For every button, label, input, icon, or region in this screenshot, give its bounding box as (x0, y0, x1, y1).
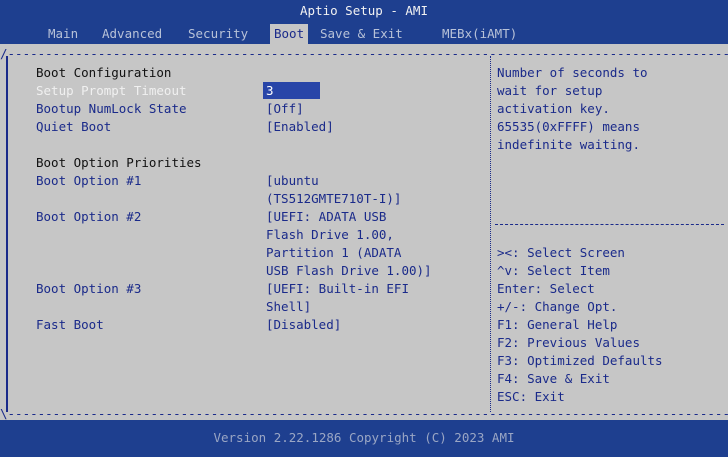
tab-boot[interactable]: Boot (270, 24, 309, 44)
help-text-line: 65535(0xFFFF) means (497, 119, 640, 134)
header-bar: Aptio Setup - AMI Main Advanced Security… (0, 0, 728, 44)
left-border (6, 56, 8, 412)
key-help-line: F3: Optimized Defaults (497, 353, 663, 368)
tab-save-exit[interactable]: Save & Exit (316, 24, 407, 44)
key-help-line: F2: Previous Values (497, 335, 640, 350)
setup-prompt-timeout-field[interactable]: 3 (263, 82, 320, 99)
fast-boot-value[interactable]: [Disabled] (266, 316, 341, 334)
quiet-boot-value[interactable]: [Enabled] (266, 118, 334, 136)
quiet-boot-label[interactable]: Quiet Boot (36, 118, 111, 136)
key-help-line: ESC: Exit (497, 389, 565, 404)
boot-option-1-label[interactable]: Boot Option #1 (36, 172, 141, 190)
boot-option-1-value-line[interactable]: (TS512GMTE710T-I)] (266, 190, 401, 208)
boot-option-2-value-line[interactable]: [UEFI: ADATA USB (266, 208, 386, 226)
section-boot-option-priorities: Boot Option Priorities (36, 155, 202, 170)
tab-mebx[interactable]: MEBx(iAMT) (438, 24, 521, 44)
help-text-line: Number of seconds to (497, 65, 648, 80)
boot-option-3-label[interactable]: Boot Option #3 (36, 280, 141, 298)
help-separator (495, 224, 724, 225)
key-help-line: Enter: Select (497, 281, 595, 296)
key-help-line: F1: General Help (497, 317, 618, 332)
tab-advanced[interactable]: Advanced (98, 24, 166, 44)
setup-prompt-timeout-label[interactable]: Setup Prompt Timeout (36, 82, 187, 100)
help-text-line: indefinite waiting. (497, 137, 640, 152)
section-boot-configuration: Boot Configuration (36, 65, 172, 80)
tab-main[interactable]: Main (44, 24, 82, 44)
help-text-line: wait for setup (497, 83, 603, 98)
boot-option-2-value-line[interactable]: USB Flash Drive 1.00)] (266, 262, 432, 280)
footer-bar: Version 2.22.1286 Copyright (C) 2023 AMI (0, 420, 728, 457)
key-help-line: +/-: Change Opt. (497, 299, 618, 314)
version-text: Version 2.22.1286 Copyright (C) 2023 AMI (213, 430, 515, 445)
boot-option-2-value-line[interactable]: Partition 1 (ADATA (266, 244, 401, 262)
key-help-line: ^v: Select Item (497, 263, 610, 278)
boot-option-3-value-line[interactable]: Shell] (266, 298, 311, 316)
key-help-line: F4: Save & Exit (497, 371, 610, 386)
bottom-border: \---------------------------------------… (0, 408, 728, 420)
boot-option-2-label[interactable]: Boot Option #2 (36, 208, 141, 226)
column-divider (490, 56, 492, 412)
boot-option-1-value-line[interactable]: [ubuntu (266, 172, 319, 190)
boot-option-3-value-line[interactable]: [UEFI: Built-in EFI (266, 280, 409, 298)
boot-option-2-value-line[interactable]: Flash Drive 1.00, (266, 226, 394, 244)
key-help-line: ><: Select Screen (497, 245, 625, 260)
bootup-numlock-value[interactable]: [Off] (266, 100, 304, 118)
help-text-line: activation key. (497, 101, 610, 116)
app-title: Aptio Setup - AMI (300, 3, 428, 18)
top-border: /---------------------------------------… (0, 48, 728, 60)
bootup-numlock-label[interactable]: Bootup NumLock State (36, 100, 187, 118)
tab-security[interactable]: Security (184, 24, 252, 44)
fast-boot-label[interactable]: Fast Boot (36, 316, 104, 334)
